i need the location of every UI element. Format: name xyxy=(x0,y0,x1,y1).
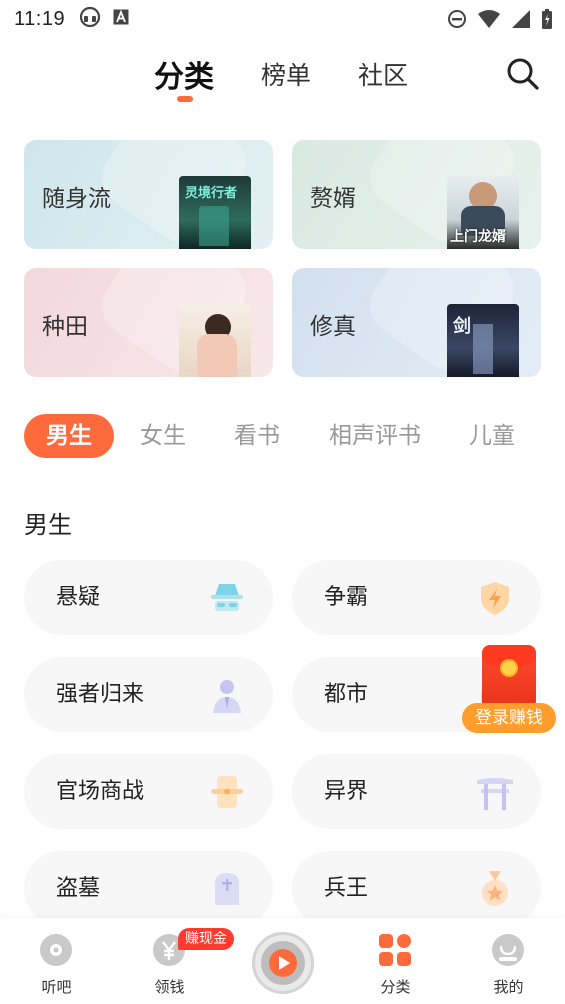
genre-item[interactable]: 悬疑 xyxy=(24,560,273,635)
chip-male[interactable]: 男生 xyxy=(24,414,114,458)
headset-icon xyxy=(79,6,101,32)
category-chips: 男生 女生 看书 相声评书 儿童 xyxy=(24,414,565,458)
nav-label: 听吧 xyxy=(41,978,72,996)
wifi-icon xyxy=(477,9,501,33)
book-cover: 上门龙婿 xyxy=(447,176,519,249)
chip-crosstalk[interactable]: 相声评书 xyxy=(329,414,421,458)
genre-label: 官场商战 xyxy=(56,779,145,804)
book-cover: 剑 xyxy=(447,304,519,377)
detective-icon xyxy=(207,578,247,618)
center-play-button[interactable] xyxy=(252,932,314,994)
profile-icon xyxy=(490,932,526,968)
chip-children[interactable]: 儿童 xyxy=(469,414,515,458)
nav-item-listen[interactable]: 听吧 xyxy=(0,918,113,1004)
top-tab-bar: 分类 榜单 社区 xyxy=(0,50,565,110)
genre-label: 异界 xyxy=(324,779,369,804)
feature-card[interactable]: 赘婿 上门龙婿 xyxy=(292,140,541,249)
feature-card[interactable]: 随身流 灵境行者 xyxy=(24,140,273,249)
section-title: 男生 xyxy=(24,511,72,539)
do-not-disturb-icon xyxy=(447,9,467,33)
feature-card[interactable]: 种田 xyxy=(24,268,273,377)
tombstone-icon xyxy=(207,869,247,909)
genre-label: 争霸 xyxy=(324,585,369,610)
book-cover xyxy=(179,304,251,377)
play-icon xyxy=(261,941,305,985)
status-time: 11:19 xyxy=(14,7,66,30)
feature-card[interactable]: 修真 剑 xyxy=(292,268,541,377)
torii-gate-icon xyxy=(475,772,515,812)
login-reward-label: 登录赚钱 xyxy=(462,703,556,733)
scroll-icon xyxy=(207,772,247,812)
nav-label: 领钱 xyxy=(154,978,185,996)
businessman-icon xyxy=(207,675,247,715)
nav-item-category[interactable]: 分类 xyxy=(339,918,452,1004)
genre-label: 悬疑 xyxy=(56,585,101,610)
nav-label: 我的 xyxy=(493,978,524,996)
cover-title: 上门龙婿 xyxy=(450,229,506,245)
genre-label: 都市 xyxy=(324,682,369,707)
genre-label: 强者归来 xyxy=(56,682,145,707)
card-title: 修真 xyxy=(310,314,356,340)
card-title: 赘婿 xyxy=(310,186,356,212)
shield-bolt-icon xyxy=(475,578,515,618)
cover-title: 灵境行者 xyxy=(185,186,238,201)
genre-item[interactable]: 强者归来 xyxy=(24,657,273,732)
tab-community[interactable]: 社区 xyxy=(358,56,408,92)
cell-signal-icon xyxy=(511,9,531,33)
tab-category[interactable]: 分类 xyxy=(154,52,214,96)
genre-item[interactable]: 异界 xyxy=(292,754,541,829)
medal-icon xyxy=(475,869,515,909)
genre-item[interactable]: 官场商战 xyxy=(24,754,273,829)
tab-active-indicator xyxy=(177,96,193,102)
tab-rankings[interactable]: 榜单 xyxy=(261,56,311,92)
nav-label: 分类 xyxy=(380,978,411,996)
genre-item[interactable]: 兵王 xyxy=(292,851,541,926)
card-title: 随身流 xyxy=(42,186,111,212)
genre-item[interactable]: 争霸 xyxy=(292,560,541,635)
chip-reading[interactable]: 看书 xyxy=(234,414,280,458)
genre-label: 兵王 xyxy=(324,876,369,901)
music-disc-icon xyxy=(38,932,74,968)
card-title: 种田 xyxy=(42,314,88,340)
chip-female[interactable]: 女生 xyxy=(140,414,186,458)
login-reward-button[interactable]: 登录赚钱 xyxy=(462,645,556,735)
book-cover: 灵境行者 xyxy=(179,176,251,249)
nav-item-profile[interactable]: 我的 xyxy=(452,918,565,1004)
cover-title: 剑 xyxy=(453,316,471,337)
category-grid-icon xyxy=(377,932,413,968)
font-a-icon xyxy=(113,9,129,29)
genre-label: 盗墓 xyxy=(56,876,101,901)
search-icon[interactable] xyxy=(505,56,541,92)
battery-icon xyxy=(541,8,553,34)
earn-cash-badge: 赚现金 xyxy=(178,928,234,950)
genre-item[interactable]: 盗墓 xyxy=(24,851,273,926)
status-bar: 11:19 xyxy=(0,0,565,38)
